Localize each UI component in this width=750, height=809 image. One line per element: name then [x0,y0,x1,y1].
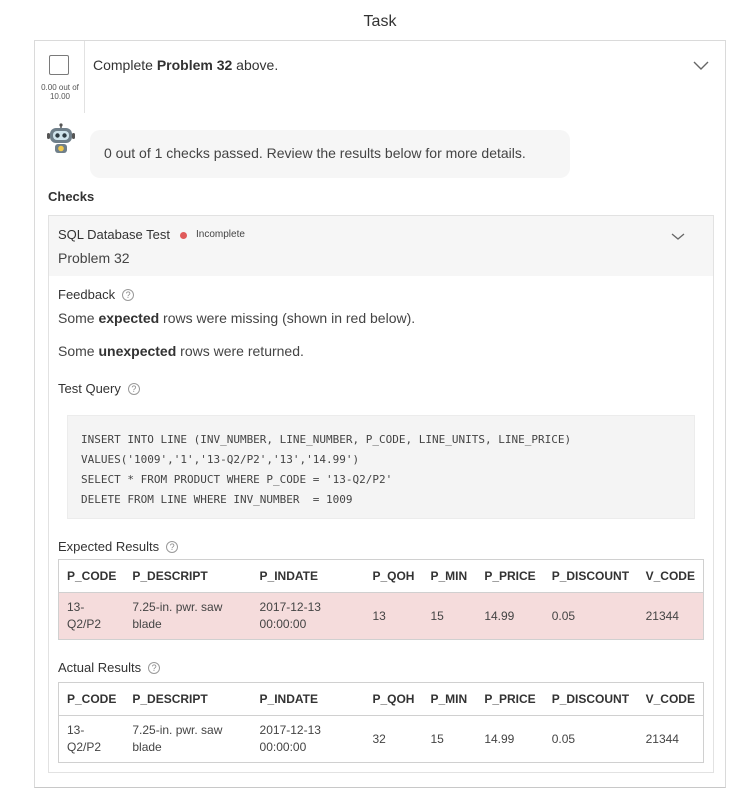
column-header: P_CODE [58,559,125,593]
table-row: 13-Q2/P2 7.25-in. pwr. saw blade 2017-12… [59,716,704,763]
chevron-down-icon[interactable] [693,61,709,71]
check-subtitle: Problem 32 [58,250,130,266]
table-cell: 7.25-in. pwr. saw blade [124,592,252,640]
table-cell: 21344 [645,731,679,746]
feedback-missing: Some expected rows were missing (shown i… [58,310,416,326]
checkbox-icon[interactable] [49,55,69,75]
table-cell: 2017-12-13 00:00:00 [259,723,321,754]
column-header: P_MIN [422,559,477,593]
column-header: P_INDATE [251,559,365,593]
table-cell: 32 [372,731,386,746]
table-cell: 7.25-in. pwr. saw blade [132,723,223,754]
feedback-unexpected: Some unexpected rows were returned. [58,343,304,359]
column-header: P_PRICE [476,559,544,593]
checks-heading: Checks [48,189,95,204]
table-cell: 13 [364,592,423,640]
table-cell: 0.05 [551,731,576,746]
column-header: V_CODE [637,559,704,593]
expected-label: Expected Results [58,539,160,554]
task-prompt: Complete Problem 32 above. [93,57,279,73]
feedback-label: Feedback [58,287,116,302]
help-circle-icon[interactable]: ? [122,288,135,301]
table-cell: 2017-12-13 00:00:00 [251,592,365,640]
table-header-row: P_CODE P_DESCRIPT P_INDATE P_QOH P_MIN P… [58,682,704,716]
task-card: 0.00 out of 10.00 Complete Problem 32 ab… [34,40,726,788]
column-header: P_DISCOUNT [543,682,638,716]
help-circle-icon[interactable]: ? [148,661,161,674]
check-header[interactable]: SQL Database Test Incomplete Problem 32 [49,216,713,276]
help-circle-icon[interactable]: ? [166,540,179,553]
page-title: Task [363,13,397,30]
actual-label-row: Actual Results ? [58,660,161,675]
table-cell: 14.99 [484,731,515,746]
status-dot-icon [180,232,187,239]
feedback-label-row: Feedback ? [58,287,135,302]
query-label-row: Test Query ? [58,381,140,396]
chevron-down-icon[interactable] [670,232,686,242]
table-cell: 15 [430,731,444,746]
score-column: 0.00 out of 10.00 [35,41,85,113]
actual-label: Actual Results [58,660,142,675]
status-badge: Incomplete [196,229,245,240]
table-cell: 0.05 [543,592,638,640]
column-header: P_MIN [422,682,477,716]
column-header: P_PRICE [476,682,544,716]
test-query-code: INSERT INTO LINE (INV_NUMBER, LINE_NUMBE… [67,415,695,519]
column-header: P_CODE [58,682,125,716]
table-cell: 15 [422,592,477,640]
expected-label-row: Expected Results ? [58,539,179,554]
column-header: P_DISCOUNT [543,559,638,593]
check-panel: SQL Database Test Incomplete Problem 32 … [48,215,714,773]
column-header: P_QOH [364,559,423,593]
column-header: P_INDATE [251,682,365,716]
table-cell: 13-Q2/P2 [58,592,125,640]
table-cell: 14.99 [476,592,544,640]
table-row-missing: 13-Q2/P2 7.25-in. pwr. saw blade 2017-12… [58,592,704,640]
problem-name: Problem 32 [156,57,233,73]
column-header: V_CODE [637,682,704,716]
score-text: 0.00 out of 10.00 [41,83,79,101]
column-header: P_QOH [364,682,423,716]
table-cell: 13-Q2/P2 [67,723,102,754]
table-header-row: P_CODE P_DESCRIPT P_INDATE P_QOH P_MIN P… [58,559,704,593]
table-cell: 21344 [637,592,704,640]
summary-bubble: 0 out of 1 checks passed. Review the res… [90,130,570,178]
robot-avatar-icon [45,123,77,155]
actual-results-table: P_CODE P_DESCRIPT P_INDATE P_QOH P_MIN P… [58,682,704,763]
column-header: P_DESCRIPT [124,559,252,593]
check-name: SQL Database Test [58,227,171,242]
expected-results-table: P_CODE P_DESCRIPT P_INDATE P_QOH P_MIN P… [58,559,704,640]
query-label: Test Query [58,381,121,396]
column-header: P_DESCRIPT [124,682,252,716]
help-circle-icon[interactable]: ? [127,382,140,395]
